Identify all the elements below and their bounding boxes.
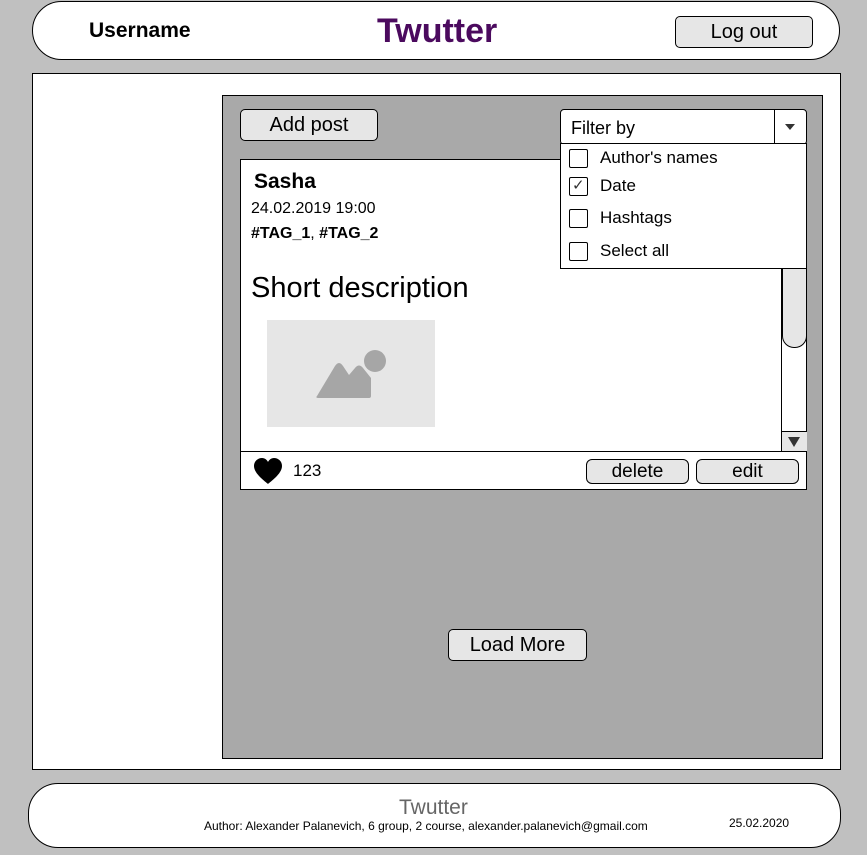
image-placeholder-icon — [267, 320, 435, 427]
likes-count: 123 — [293, 461, 322, 480]
hashtags-checkbox[interactable] — [569, 208, 588, 228]
filter-option-hashtags[interactable]: Hashtags — [569, 206, 672, 230]
filter-label: Filter by — [571, 118, 636, 138]
heart-icon[interactable] — [252, 457, 284, 490]
filter-option-label: Date — [600, 176, 636, 195]
filter-option-select-all[interactable]: Select all — [569, 239, 669, 263]
checkmark-icon: ✓ — [572, 176, 585, 194]
post-author[interactable]: Sasha — [254, 170, 316, 194]
date-checkbox[interactable]: ✓ — [569, 176, 588, 196]
tag-separator: , — [310, 225, 320, 242]
filter-select[interactable]: Filter by — [560, 109, 807, 145]
scroll-down-button[interactable] — [782, 431, 807, 451]
edit-button[interactable]: edit — [696, 459, 799, 484]
footer-author-info: Author: Alexander Palanevich, 6 group, 2… — [204, 819, 648, 833]
username-label[interactable]: Username — [89, 19, 191, 43]
post-date: 24.02.2019 19:00 — [251, 200, 376, 217]
filter-dropdown-toggle[interactable] — [774, 110, 806, 144]
chevron-down-icon — [785, 124, 795, 130]
post-tags: #TAG_1, #TAG_2 — [251, 225, 378, 243]
filter-option-label: Select all — [600, 241, 669, 260]
filter-option-label: Author's names — [600, 148, 718, 167]
hashtag-link[interactable]: #TAG_2 — [319, 225, 378, 242]
footer-bar: Twutter Author: Alexander Palanevich, 6 … — [28, 783, 841, 848]
main-content: Add post Filter by Author's names ✓ Date… — [32, 73, 841, 770]
authors-checkbox[interactable] — [569, 148, 588, 168]
post-description: Short description — [251, 272, 469, 304]
select-all-checkbox[interactable] — [569, 241, 588, 261]
filter-option-label: Hashtags — [600, 208, 672, 227]
posts-panel: Add post Filter by Author's names ✓ Date… — [222, 95, 823, 759]
hashtag-link[interactable]: #TAG_1 — [251, 225, 310, 242]
footer-brand: Twutter — [399, 796, 468, 819]
header-bar: Username Twutter Log out — [32, 1, 840, 60]
load-more-button[interactable]: Load More — [448, 629, 587, 661]
post-scrollbar[interactable] — [781, 268, 807, 451]
filter-option-authors[interactable]: Author's names — [569, 146, 718, 170]
footer-date: 25.02.2020 — [729, 816, 790, 830]
add-post-button[interactable]: Add post — [240, 109, 378, 141]
filter-option-date[interactable]: ✓ Date — [569, 174, 636, 198]
filter-dropdown: Author's names ✓ Date Hashtags Select al… — [560, 143, 807, 269]
scrollbar-thumb[interactable] — [782, 268, 807, 348]
post-footer: 123 delete edit — [241, 451, 806, 489]
brand-title[interactable]: Twutter — [377, 12, 497, 51]
delete-button[interactable]: delete — [586, 459, 689, 484]
logout-button[interactable]: Log out — [675, 16, 813, 48]
arrow-down-icon — [788, 437, 800, 447]
